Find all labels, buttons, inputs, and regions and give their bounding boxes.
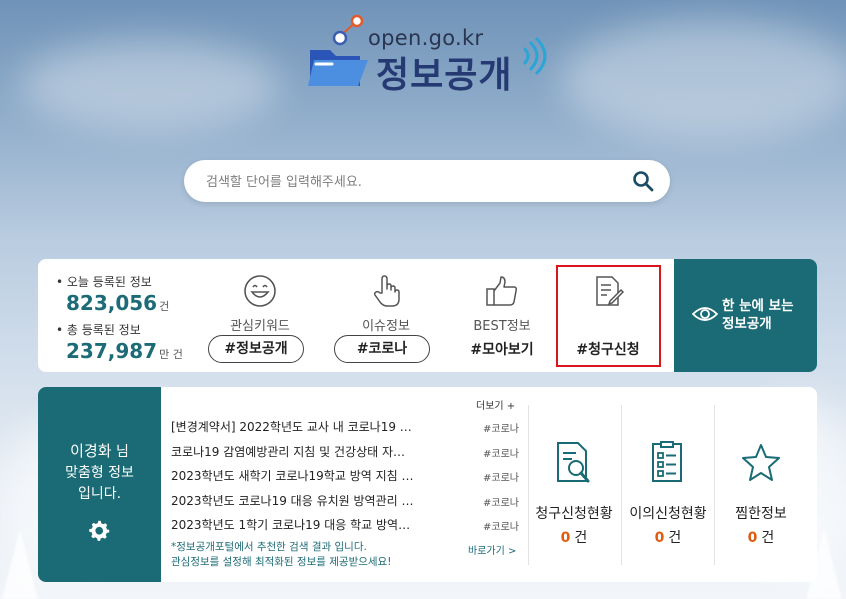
hand-pointer-icon [373,275,400,307]
today-registered-value: 823,056 [66,291,158,315]
search-bar [184,160,670,202]
gear-icon[interactable] [88,519,110,541]
feature-tag[interactable]: #모아보기 [446,339,558,359]
objection-status[interactable]: 이의신청현황 0건 [622,405,714,570]
logo-name: 정보공개 [376,55,513,96]
list-item[interactable]: [변경계약서] 2022학년도 교사 내 코로나19 … #코로나 [171,415,521,440]
list-item-tag[interactable]: #코로나 [483,469,519,484]
background-tree [2,529,38,599]
favorite-info[interactable]: 찜한정보 0건 [715,405,807,570]
status-label: 찜한정보 [735,506,787,522]
oneview-button[interactable]: 한 눈에 보는 정보공개 [674,259,817,372]
total-registered-value: 237,987 [66,339,158,363]
recommendation-list: [변경계약서] 2022학년도 교사 내 코로나19 … #코로나 코로나19 … [171,415,521,538]
feature-label: 관심키워드 [230,319,290,334]
feature-best-info[interactable]: BEST정보 #모아보기 [446,267,558,367]
feature-tag-pill[interactable]: #코로나 [334,335,430,363]
feature-label: 이슈정보 [362,319,410,334]
checklist-icon [652,441,682,482]
total-registered-unit: 만 건 [159,348,183,361]
background-cloud [560,20,846,140]
list-item-title[interactable]: 2023학년도 1학기 코로나19 대응 학교 방역… [171,516,433,533]
recommendation-note: *정보공개포털에서 추천한 검색 결과 입니다. 관심정보를 설정해 최적화된 … [171,540,391,570]
registration-stats: • 오늘 등록된 정보 823,056 건 • 총 등록된 정보 237,987 만… [56,273,216,363]
list-item-tag[interactable]: #코로나 [483,420,519,435]
thumbs-up-icon [486,276,517,306]
profile-line3: 입니다. [77,486,122,502]
note-line2: 관심정보를 설정해 최적화된 정보를 제공받으세요! [171,556,392,568]
list-item[interactable]: 코로나19 감염예방관리 지침 및 건강상태 자… #코로나 [171,440,521,465]
list-item-title[interactable]: 2023학년도 코로나19 대응 유치원 방역관리 … [171,492,433,509]
feature-label: BEST정보 [473,319,531,334]
today-registered-unit: 건 [159,300,170,313]
list-item[interactable]: 2023학년도 1학기 코로나19 대응 학교 방역… #코로나 [171,513,521,538]
more-link[interactable]: 더보기 + [476,397,515,412]
search-icon[interactable] [632,170,654,192]
feature-tag-pill[interactable]: #정보공개 [208,335,304,363]
list-item-tag[interactable]: #코로나 [483,494,519,509]
list-item-title[interactable]: [변경계약서] 2022학년도 교사 내 코로나19 … [171,418,433,435]
total-registered-label: • 총 등록된 정보 [56,323,141,337]
folder-logo-icon [308,14,368,86]
user-name: 이경화 [70,442,112,460]
profile-line2: 맞춤형 정보 [65,465,134,481]
status-count: 0 [747,530,758,546]
feature-issue-info[interactable]: 이슈정보 #코로나 [330,267,442,367]
status-unit: 건 [668,530,682,546]
list-item-tag[interactable]: #코로나 [483,445,519,460]
site-logo[interactable]: open.go.kr 정보공개 [306,14,556,96]
status-count: 0 [654,530,665,546]
status-label: 이의신청현황 [629,506,707,522]
list-item-tag[interactable]: #코로나 [483,518,519,533]
request-status[interactable]: 청구신청현황 0건 [528,405,620,570]
status-label: 청구신청현황 [535,506,613,522]
list-item[interactable]: 2023학년도 코로나19 대응 유치원 방역관리 … #코로나 [171,489,521,514]
list-item[interactable]: 2023학년도 새학기 코로나19학교 방역 지침 … #코로나 [171,464,521,489]
profile-panel: 이경화 님 맞춤형 정보 입니다. [38,387,161,582]
note-line1: *정보공개포털에서 추천한 검색 결과 입니다. [171,541,367,553]
document-search-icon [557,442,590,483]
feature-interest-keyword[interactable]: 관심키워드 #정보공개 [204,267,316,367]
status-unit: 건 [574,530,588,546]
goto-link[interactable]: 바로가기 > [468,542,516,557]
eye-icon [692,307,718,321]
list-item-title[interactable]: 2023학년도 새학기 코로나19학교 방역 지침 … [171,467,433,484]
status-unit: 건 [761,530,775,546]
oneview-line1: 한 눈에 보는 [722,298,794,314]
search-input[interactable] [204,170,608,194]
highlight-box [556,265,661,367]
status-count: 0 [560,530,571,546]
star-icon [742,444,780,481]
smile-icon [244,275,276,307]
signal-waves-icon [522,36,547,76]
user-suffix: 님 [111,444,129,460]
today-registered-label: • 오늘 등록된 정보 [56,275,152,289]
personalized-card: 이경화 님 맞춤형 정보 입니다. 더보기 + [변경계약서] 2022학년도 … [38,387,817,582]
info-summary-card: • 오늘 등록된 정보 823,056 건 • 총 등록된 정보 237,987 만… [38,259,817,372]
oneview-line2: 정보공개 [722,316,772,332]
list-item-title[interactable]: 코로나19 감염예방관리 지침 및 건강상태 자… [171,443,433,460]
background-cloud [20,40,280,130]
